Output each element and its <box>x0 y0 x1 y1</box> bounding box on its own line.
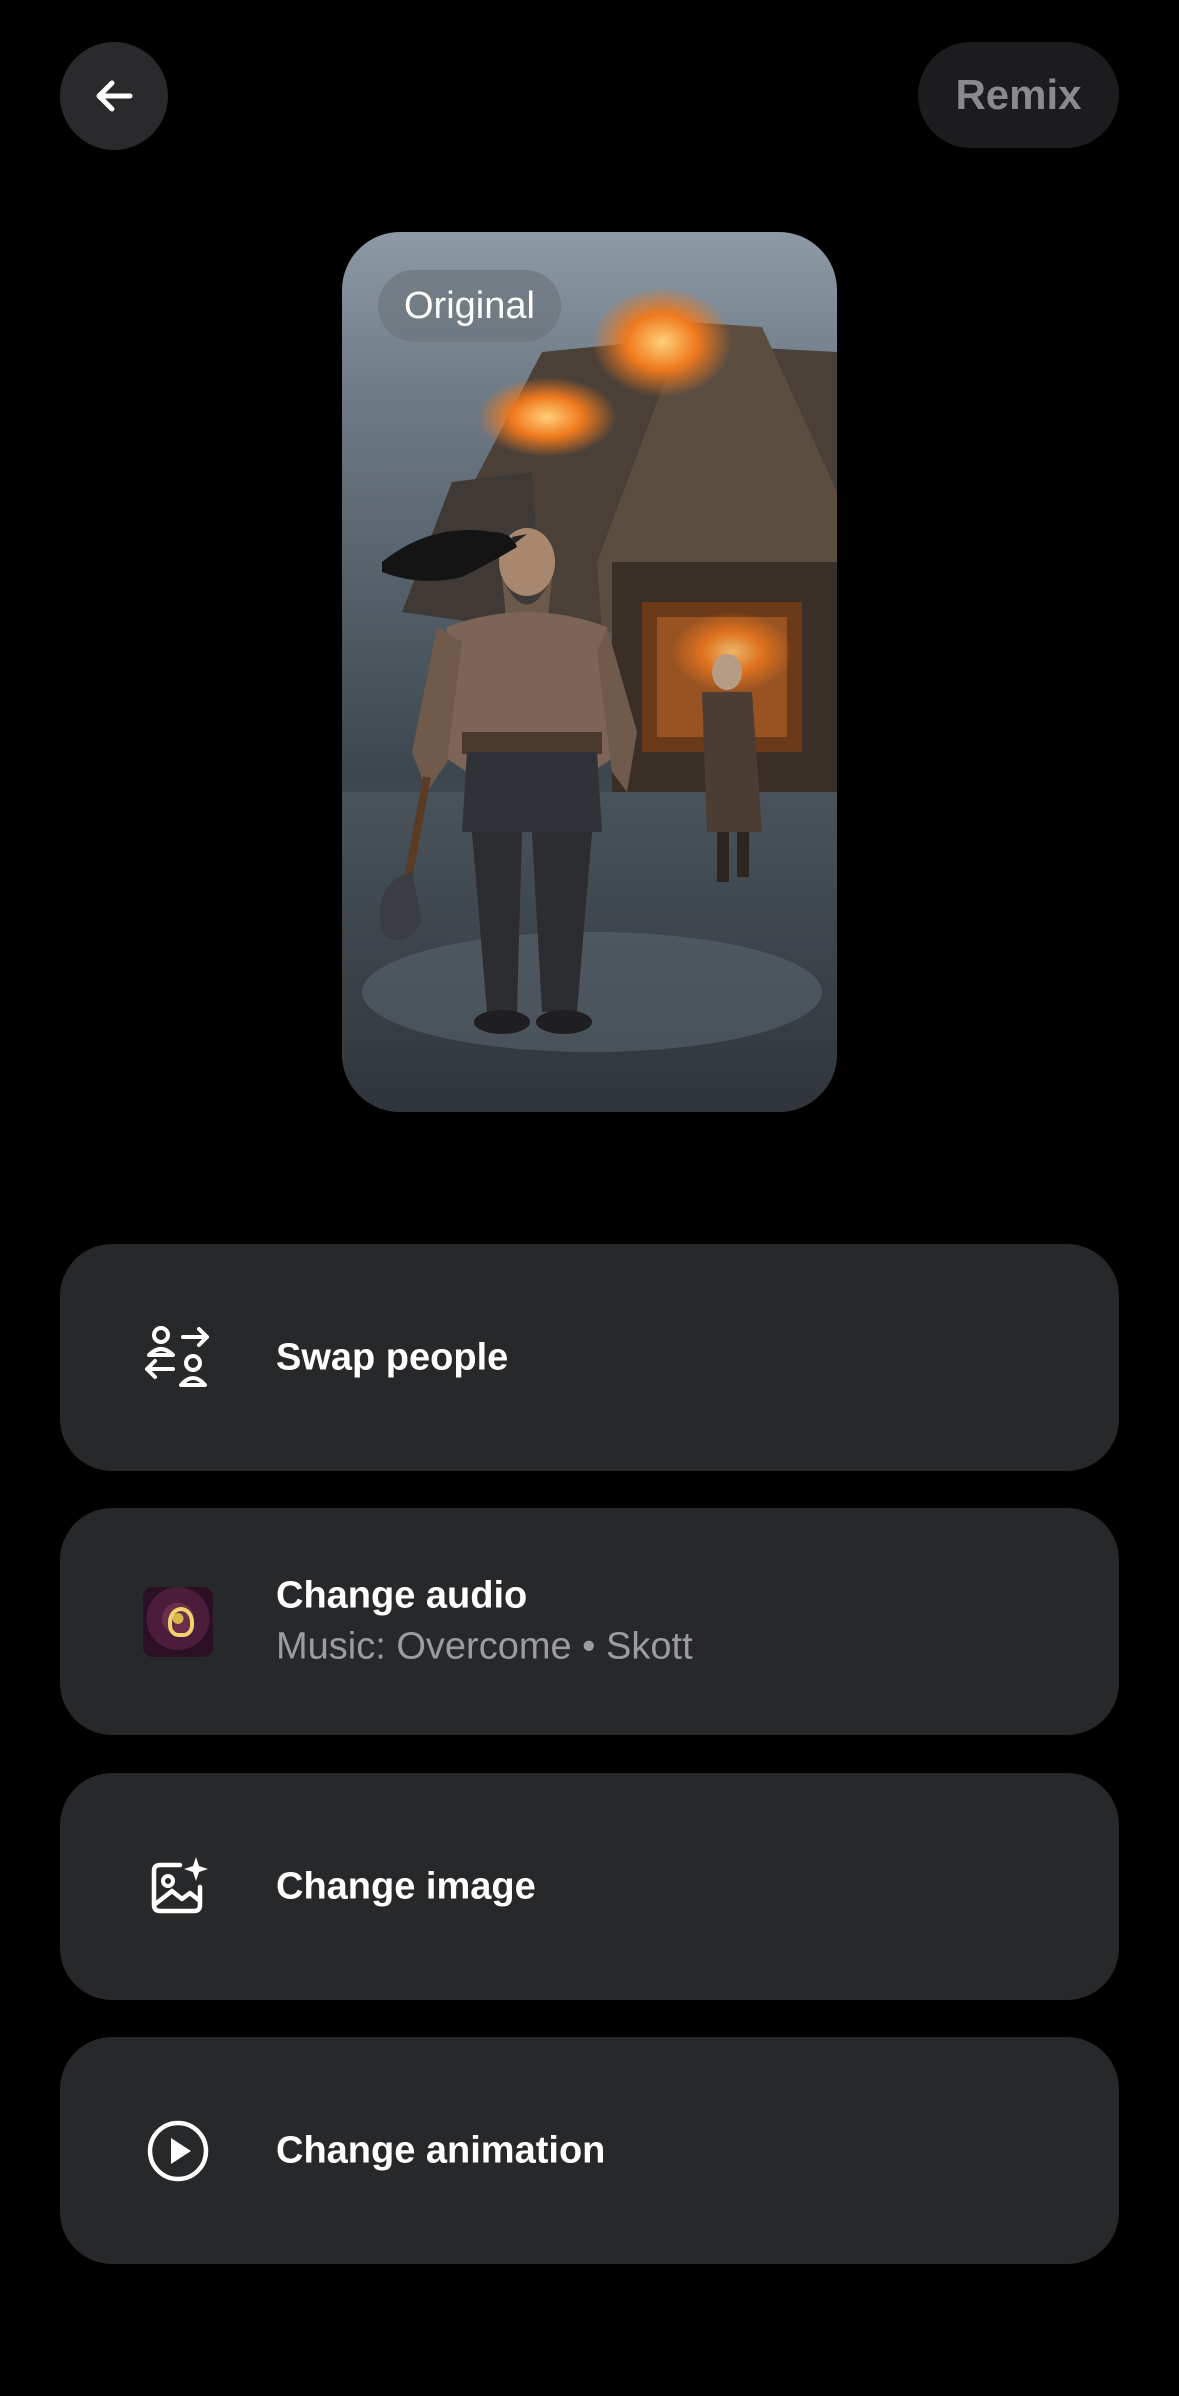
original-badge: Original <box>378 270 561 342</box>
remix-options-screen: Remix Original Swap people Change audio … <box>0 0 1179 2396</box>
play-circle-icon <box>136 2109 220 2193</box>
change-animation-label: Change animation <box>276 2128 606 2171</box>
album-art <box>136 1580 220 1664</box>
swap-people-icon <box>136 1316 220 1400</box>
remix-button[interactable]: Remix <box>918 42 1119 148</box>
current-music-text: Music: Overcome • Skott <box>276 1625 693 1668</box>
change-animation-option[interactable]: Change animation <box>60 2037 1119 2264</box>
arrow-left-icon <box>96 80 133 112</box>
image-sparkle-icon <box>136 1845 220 1929</box>
swap-people-option[interactable]: Swap people <box>60 1244 1119 1471</box>
preview-image <box>342 287 837 1112</box>
change-audio-option[interactable]: Change audio Music: Overcome • Skott <box>60 1508 1119 1735</box>
original-video-preview[interactable]: Original <box>342 232 837 1112</box>
back-button[interactable] <box>60 42 168 150</box>
change-image-option[interactable]: Change image <box>60 1773 1119 2000</box>
swap-people-label: Swap people <box>276 1335 509 1378</box>
change-image-label: Change image <box>276 1864 536 1907</box>
change-audio-label: Change audio <box>276 1574 528 1616</box>
